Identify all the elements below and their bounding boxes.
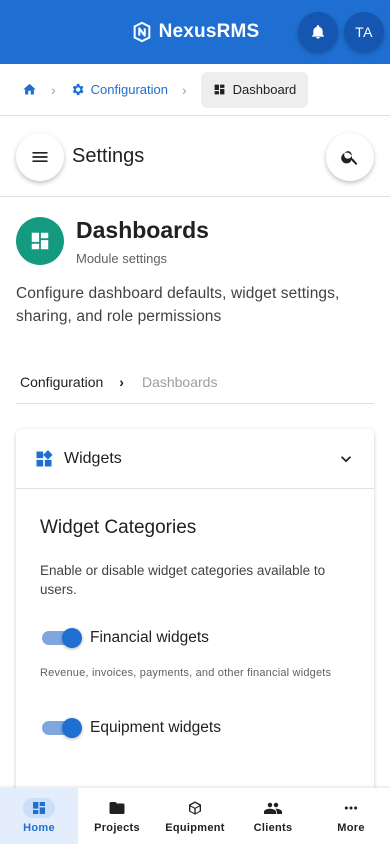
nav-clients[interactable]: Clients <box>234 788 312 844</box>
chevron-down-icon[interactable] <box>336 449 356 469</box>
widgets-panel-title: Widgets <box>64 449 122 467</box>
people-icon <box>264 802 282 814</box>
nexus-logo-icon <box>133 21 150 43</box>
toggle-label: Equipment widgets <box>90 719 221 736</box>
nav-label: Equipment <box>165 822 225 834</box>
settings-header: Settings <box>0 117 390 197</box>
brand-name: NexusRMS <box>158 21 260 42</box>
dashboard-icon <box>214 84 225 95</box>
home-icon <box>23 83 36 95</box>
nav-label: Clients <box>253 822 293 834</box>
dashboard-icon <box>31 232 49 250</box>
breadcrumb-current-label: Dashboard <box>232 82 297 97</box>
bottom-navigation: Home Projects Equipment Clients More <box>0 788 390 844</box>
equipment-widgets-toggle[interactable] <box>40 717 82 739</box>
hamburger-menu-icon <box>32 151 48 162</box>
sub-breadcrumb-current: Dashboards <box>141 373 218 390</box>
gear-icon <box>72 83 84 96</box>
module-subtitle: Module settings <box>76 251 168 266</box>
breadcrumb: › Configuration › Dashboard <box>0 64 390 116</box>
nav-projects[interactable]: Projects <box>78 788 156 844</box>
home-dashboard-icon <box>33 802 45 814</box>
sub-breadcrumb: Configuration › Dashboards <box>16 360 374 404</box>
breadcrumb-separator: › <box>182 81 187 98</box>
widgets-panel-header[interactable]: Widgets <box>16 429 374 489</box>
box-icon <box>189 801 201 815</box>
nav-more[interactable]: More <box>312 788 390 844</box>
more-dots-icon <box>344 806 358 810</box>
section-title: Widget Categories <box>40 517 197 538</box>
widgets-panel-body: Widget Categories Enable or disable widg… <box>16 489 374 739</box>
toggle-row: Financial widgets <box>40 627 350 649</box>
menu-button[interactable] <box>16 132 64 181</box>
bell-icon <box>312 25 324 39</box>
module-title: Dashboards <box>76 217 209 243</box>
nav-label: Projects <box>94 822 140 834</box>
breadcrumb-home[interactable] <box>22 82 37 97</box>
toggle-row: Equipment widgets <box>40 717 350 739</box>
financial-widgets-toggle[interactable] <box>40 627 82 649</box>
module-icon <box>16 217 64 265</box>
search-icon <box>341 151 358 165</box>
breadcrumb-configuration-label: Configuration <box>90 82 168 97</box>
search-button[interactable] <box>326 133 374 181</box>
page-title: Settings <box>72 145 145 167</box>
nav-equipment[interactable]: Equipment <box>156 788 234 844</box>
breadcrumb-configuration[interactable]: Configuration <box>70 82 168 97</box>
app-bar: NexusRMS TA <box>0 0 390 64</box>
brand[interactable]: NexusRMS <box>131 21 260 43</box>
sub-breadcrumb-configuration[interactable]: Configuration <box>20 374 103 390</box>
breadcrumb-current: Dashboard <box>200 71 309 108</box>
app-bar-actions: TA <box>298 12 384 52</box>
chevron-right-icon: › <box>119 373 124 390</box>
section-description: Enable or disable widget categories avai… <box>40 563 326 597</box>
notifications-button[interactable] <box>298 12 338 52</box>
nav-label: More <box>337 822 365 834</box>
widgets-icon <box>36 449 53 466</box>
nav-label: Home <box>23 822 55 834</box>
nav-home[interactable]: Home <box>0 788 78 844</box>
toggle-label: Financial widgets <box>90 629 209 646</box>
folder-icon <box>109 802 125 814</box>
user-avatar[interactable]: TA <box>344 12 384 52</box>
module-header: Dashboards Module settings Configure das… <box>16 217 374 328</box>
module-description: Configure dashboard defaults, widget set… <box>16 285 340 325</box>
breadcrumb-separator: › <box>51 81 56 98</box>
toggle-help-text: Revenue, invoices, payments, and other f… <box>40 667 332 679</box>
widgets-panel: Widgets Widget Categories Enable or disa… <box>16 429 374 809</box>
